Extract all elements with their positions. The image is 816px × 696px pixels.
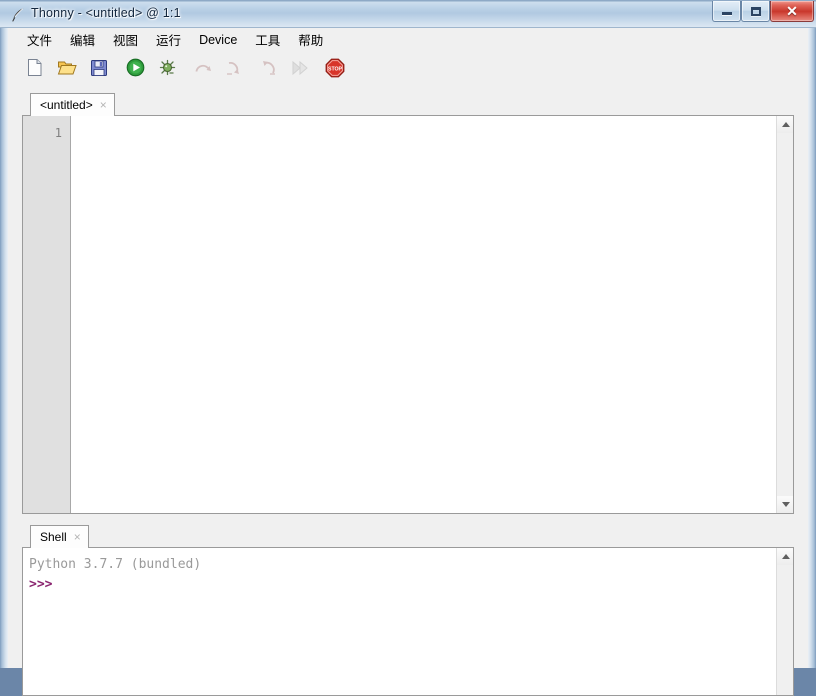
window-title: Thonny - <untitled> @ 1:1 bbox=[31, 6, 181, 20]
line-number-gutter: 1 bbox=[23, 116, 71, 513]
menu-view[interactable]: 视图 bbox=[104, 27, 147, 53]
menu-bar: 文件 编辑 视图 运行 Device 工具 帮助 bbox=[8, 28, 808, 52]
resume-button bbox=[286, 57, 312, 83]
maximize-icon bbox=[742, 1, 769, 21]
menu-device[interactable]: Device bbox=[190, 30, 246, 51]
save-file-button[interactable] bbox=[86, 57, 112, 83]
shell-pane: Python 3.7.7 (bundled) >>> bbox=[22, 548, 794, 696]
open-folder-icon bbox=[57, 58, 77, 82]
debug-button[interactable] bbox=[154, 57, 180, 83]
step-over-icon bbox=[194, 60, 212, 81]
svg-text:STOP: STOP bbox=[328, 66, 343, 72]
step-into-button bbox=[222, 57, 248, 83]
feather-quill-icon bbox=[11, 7, 25, 22]
shell-prompt: >>> bbox=[29, 577, 53, 592]
shell-tab[interactable]: Shell × bbox=[30, 525, 89, 549]
window-frame-left-edge bbox=[0, 28, 8, 668]
client-area: 文件 编辑 视图 运行 Device 工具 帮助 STOP <untitled>… bbox=[8, 28, 808, 696]
shell-tabstrip: Shell × bbox=[22, 522, 794, 549]
window-frame-right-edge bbox=[808, 28, 816, 668]
shell-tab-close-icon[interactable]: × bbox=[74, 531, 81, 543]
close-button[interactable]: ✕ bbox=[770, 1, 814, 22]
menu-edit[interactable]: 编辑 bbox=[61, 27, 104, 53]
shell-notebook: Shell × Python 3.7.7 (bundled) >>> bbox=[22, 522, 794, 696]
stop-sign-icon: STOP bbox=[325, 58, 345, 83]
editor-vertical-scrollbar[interactable] bbox=[776, 116, 793, 513]
minimize-icon bbox=[713, 1, 740, 21]
stop-button[interactable]: STOP bbox=[322, 57, 348, 83]
save-floppy-icon bbox=[90, 59, 108, 82]
shell-tab-label: Shell bbox=[40, 530, 67, 544]
title-bar[interactable]: Thonny - <untitled> @ 1:1 ✕ bbox=[0, 0, 816, 28]
chevron-down-icon bbox=[781, 502, 790, 507]
maximize-button[interactable] bbox=[741, 1, 770, 22]
step-over-button bbox=[190, 57, 216, 83]
new-file-icon bbox=[26, 58, 44, 82]
line-number: 1 bbox=[54, 126, 62, 140]
code-editor-text-area[interactable] bbox=[72, 116, 775, 513]
new-file-button[interactable] bbox=[22, 57, 48, 83]
open-file-button[interactable] bbox=[54, 57, 80, 83]
editor-scroll-up-button[interactable] bbox=[777, 116, 793, 133]
step-out-button bbox=[254, 57, 280, 83]
editor-scroll-down-button[interactable] bbox=[777, 496, 793, 513]
step-into-icon bbox=[226, 60, 244, 81]
chevron-up-icon bbox=[781, 122, 790, 127]
editor-tab-label: <untitled> bbox=[40, 98, 93, 112]
menu-tools[interactable]: 工具 bbox=[246, 27, 289, 53]
editor-notebook: <untitled> × 1 bbox=[22, 90, 794, 514]
shell-output-area[interactable]: Python 3.7.7 (bundled) >>> bbox=[23, 548, 775, 695]
thonny-window: Thonny - <untitled> @ 1:1 ✕ 文件 编辑 视图 运行 … bbox=[0, 0, 816, 696]
shell-banner-text: Python 3.7.7 (bundled) bbox=[29, 557, 202, 572]
debug-bug-icon bbox=[158, 58, 177, 82]
editor-pane: 1 bbox=[22, 116, 794, 514]
step-out-icon bbox=[258, 60, 276, 81]
shell-scroll-up-button[interactable] bbox=[777, 548, 793, 565]
run-button[interactable] bbox=[122, 57, 148, 83]
editor-tab-untitled[interactable]: <untitled> × bbox=[30, 93, 115, 117]
editor-tabstrip: <untitled> × bbox=[22, 90, 794, 117]
shell-scroll-track[interactable] bbox=[777, 565, 793, 678]
menu-help[interactable]: 帮助 bbox=[289, 27, 332, 53]
editor-scroll-track[interactable] bbox=[777, 133, 793, 496]
menu-run[interactable]: 运行 bbox=[147, 27, 190, 53]
editor-tab-close-icon[interactable]: × bbox=[100, 99, 107, 111]
run-play-icon bbox=[126, 58, 145, 82]
menu-file[interactable]: 文件 bbox=[18, 27, 61, 53]
close-icon: ✕ bbox=[786, 2, 798, 19]
shell-vertical-scrollbar[interactable] bbox=[776, 548, 793, 695]
chevron-up-icon bbox=[781, 554, 790, 559]
toolbar: STOP bbox=[8, 52, 808, 88]
minimize-button[interactable] bbox=[712, 1, 741, 22]
resume-icon bbox=[290, 60, 308, 81]
